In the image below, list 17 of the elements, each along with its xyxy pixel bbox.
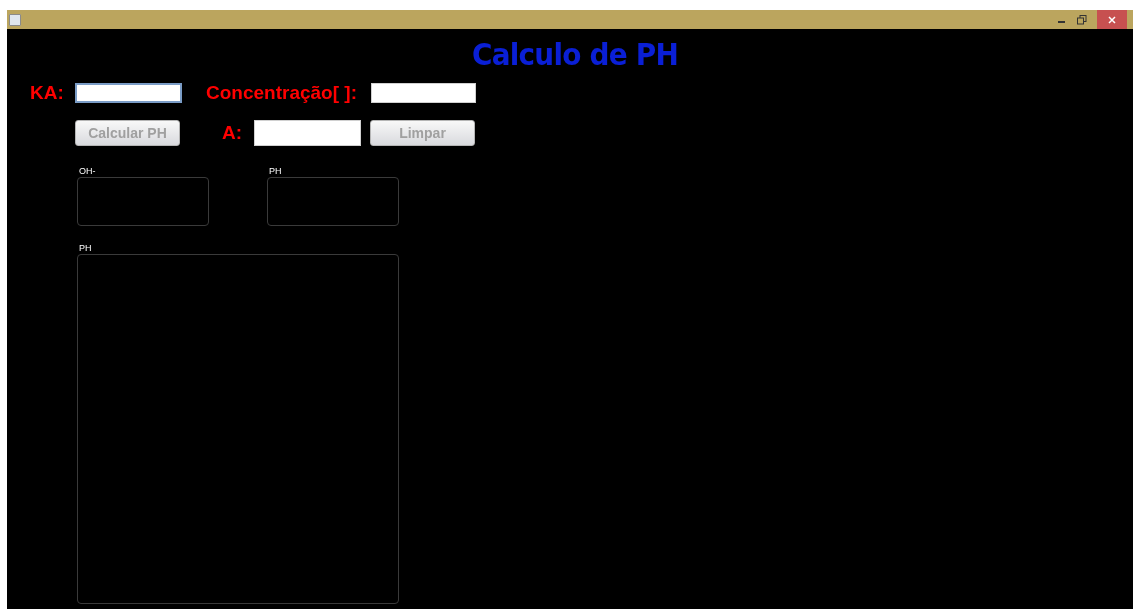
window-title: Calculo de PH bbox=[472, 35, 678, 73]
output-label: OH- bbox=[79, 166, 97, 176]
app-icon bbox=[9, 13, 21, 26]
output-area[interactable] bbox=[77, 177, 209, 226]
output-label: PH bbox=[79, 243, 93, 253]
output-label: PH bbox=[269, 166, 283, 176]
input-field[interactable] bbox=[254, 120, 361, 146]
field-label: KA: bbox=[30, 80, 65, 105]
field-label: Concentração[ ]: bbox=[206, 80, 358, 105]
input-field[interactable] bbox=[371, 83, 476, 103]
field-label: A: bbox=[222, 120, 244, 145]
close-button[interactable] bbox=[1097, 10, 1127, 29]
restore-icon[interactable] bbox=[1077, 14, 1087, 25]
close-icon bbox=[1108, 15, 1116, 24]
output-area[interactable] bbox=[77, 254, 399, 604]
input-field[interactable] bbox=[75, 83, 182, 103]
output-area[interactable] bbox=[267, 177, 399, 226]
